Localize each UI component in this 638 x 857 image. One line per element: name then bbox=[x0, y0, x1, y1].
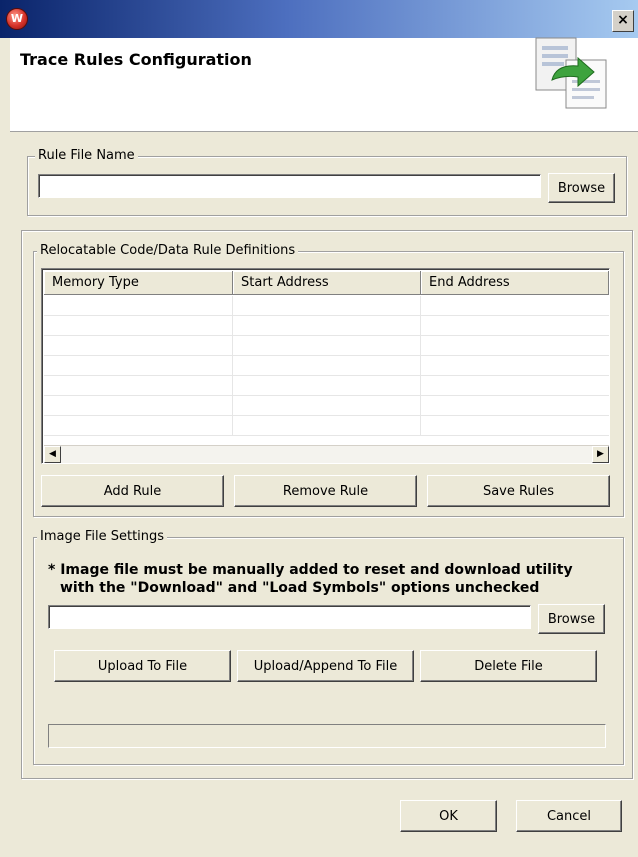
remove-rule-button[interactable]: Remove Rule bbox=[234, 475, 417, 507]
image-file-note: * Image file must be manually added to r… bbox=[48, 561, 573, 597]
close-button[interactable]: × bbox=[612, 10, 634, 32]
image-file-note-line1: * Image file must be manually added to r… bbox=[48, 562, 573, 578]
upload-to-file-button[interactable]: Upload To File bbox=[54, 650, 231, 682]
close-icon: × bbox=[617, 12, 629, 28]
import-rules-icon bbox=[535, 37, 607, 109]
save-rules-button[interactable]: Save Rules bbox=[427, 475, 610, 507]
app-icon: W bbox=[6, 8, 28, 30]
scroll-right-icon[interactable]: ▶ bbox=[592, 446, 609, 463]
upload-progress-bar bbox=[48, 724, 606, 748]
upload-append-to-file-button[interactable]: Upload/Append To File bbox=[237, 650, 414, 682]
dialog-title: Trace Rules Configuration bbox=[20, 50, 252, 69]
column-header-start-address[interactable]: Start Address bbox=[233, 271, 421, 295]
image-file-note-line2: with the "Download" and "Load Symbols" o… bbox=[60, 580, 540, 596]
rule-file-input[interactable] bbox=[38, 174, 541, 198]
cancel-button[interactable]: Cancel bbox=[516, 800, 622, 832]
table-row bbox=[44, 296, 609, 316]
column-header-end-address[interactable]: End Address bbox=[421, 271, 609, 295]
rules-table[interactable]: Memory Type Start Address End Address ◀ … bbox=[41, 268, 610, 464]
column-header-memory-type[interactable]: Memory Type bbox=[44, 271, 233, 295]
table-row bbox=[44, 336, 609, 356]
table-row bbox=[44, 376, 609, 396]
table-row bbox=[44, 316, 609, 336]
horizontal-scrollbar[interactable]: ◀ ▶ bbox=[44, 445, 609, 463]
table-row bbox=[44, 356, 609, 376]
table-row bbox=[44, 416, 609, 436]
relocatable-legend: Relocatable Code/Data Rule Definitions bbox=[37, 243, 299, 258]
image-file-legend: Image File Settings bbox=[37, 529, 168, 544]
ok-button[interactable]: OK bbox=[400, 800, 497, 832]
scroll-left-icon[interactable]: ◀ bbox=[44, 446, 61, 463]
rule-file-browse-button[interactable]: Browse bbox=[548, 173, 615, 203]
image-file-browse-button[interactable]: Browse bbox=[538, 604, 605, 634]
add-rule-button[interactable]: Add Rule bbox=[41, 475, 224, 507]
table-row bbox=[44, 396, 609, 416]
delete-file-button[interactable]: Delete File bbox=[420, 650, 597, 682]
rule-file-legend: Rule File Name bbox=[35, 148, 138, 163]
image-file-input[interactable] bbox=[48, 605, 531, 629]
